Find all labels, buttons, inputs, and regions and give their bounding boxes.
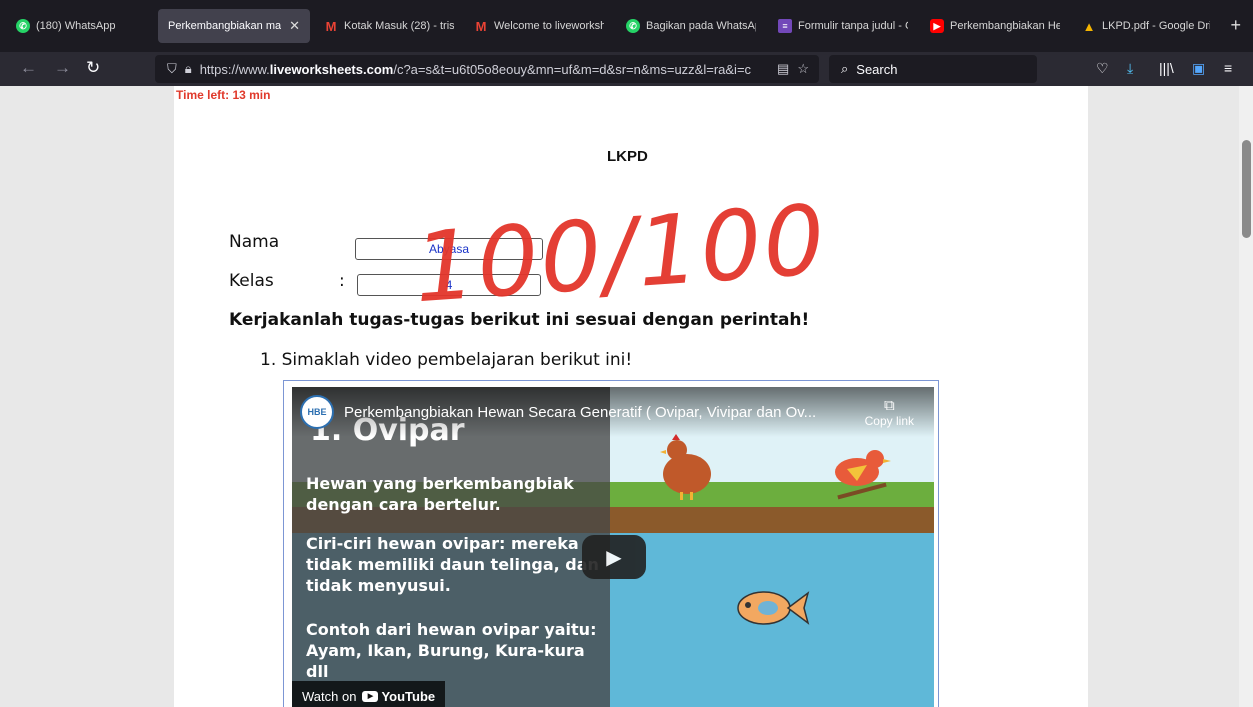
tab-whatsapp-share[interactable]: ✆ Bagikan pada WhatsAp bbox=[616, 9, 766, 43]
bookmark-star-icon[interactable]: ☆ bbox=[797, 61, 809, 77]
whatsapp-icon: ✆ bbox=[16, 19, 30, 33]
forms-icon: ≡ bbox=[778, 19, 792, 33]
close-tab-icon[interactable]: ✕ bbox=[289, 18, 300, 34]
drive-icon: ▲ bbox=[1082, 18, 1096, 34]
navigation-toolbar: ← → ↻ ⛉ 🔒︎ https://www.liveworksheets.co… bbox=[0, 52, 1253, 86]
pocket-icon[interactable]: ♡ bbox=[1096, 60, 1109, 77]
play-button[interactable]: ▶ bbox=[582, 535, 646, 579]
new-tab-button[interactable]: + bbox=[1230, 16, 1241, 34]
hen-illustration bbox=[660, 434, 711, 500]
download-icon[interactable]: ⤓ bbox=[1127, 60, 1133, 77]
time-left: Time left: 13 min bbox=[176, 88, 271, 102]
url-text[interactable]: https://www.liveworksheets.com/c?a=s&t=u… bbox=[200, 62, 769, 77]
tab-label: Kotak Masuk (28) - tris bbox=[344, 20, 454, 32]
tab-label: Bagikan pada WhatsAp bbox=[646, 20, 756, 32]
tab-gmail-welcome[interactable]: M Welcome to liveworksh bbox=[464, 9, 614, 43]
tab-label: Perkembangbiakan Hew bbox=[950, 20, 1060, 32]
library-icon[interactable]: |||\ bbox=[1159, 60, 1174, 76]
page-scrollbar[interactable] bbox=[1239, 86, 1253, 707]
fish-illustration bbox=[737, 591, 810, 625]
play-icon: ▶ bbox=[606, 546, 622, 569]
youtube-play-icon: ▶ bbox=[362, 690, 379, 702]
extension-icon[interactable]: ▣ bbox=[1192, 60, 1205, 77]
youtube-icon: ▶ bbox=[930, 19, 944, 33]
tab-label: Welcome to liveworksh bbox=[494, 20, 604, 32]
address-bar[interactable]: ⛉ 🔒︎ https://www.liveworksheets.com/c?a=… bbox=[155, 55, 819, 83]
class-colon: : bbox=[339, 271, 345, 291]
back-arrow-icon[interactable]: ← bbox=[20, 58, 37, 78]
tab-google-forms[interactable]: ≡ Formulir tanpa judul - G bbox=[768, 9, 918, 43]
forward-arrow-icon[interactable]: → bbox=[54, 58, 71, 78]
copy-link-button[interactable]: ⧉ Copy link bbox=[865, 397, 914, 428]
name-label: Nama bbox=[229, 232, 280, 252]
step-1-text: 1. Simaklah video pembelajaran berikut i… bbox=[260, 350, 633, 370]
search-input[interactable]: ⌕ Search bbox=[829, 55, 1037, 83]
gmail-icon: M bbox=[325, 18, 337, 34]
tab-gmail-inbox[interactable]: M Kotak Masuk (28) - tris bbox=[314, 9, 464, 43]
menu-icon[interactable]: ≡ bbox=[1224, 60, 1232, 76]
tab-whatsapp[interactable]: ✆ (180) WhatsApp bbox=[6, 9, 154, 43]
channel-avatar[interactable]: HBE bbox=[300, 395, 334, 429]
page-viewport: Time left: 13 min LKPD Nama Abyasa Kelas… bbox=[0, 86, 1253, 707]
youtube-video-player[interactable]: 1. Ovipar Hewan yang berkembangbiak deng… bbox=[292, 387, 934, 707]
copy-icon: ⧉ bbox=[883, 397, 895, 414]
url-prefix: https://www. bbox=[199, 61, 270, 77]
whatsapp-icon: ✆ bbox=[626, 19, 640, 33]
search-icon: ⌕ bbox=[841, 61, 849, 76]
video-text-3: Contoh dari hewan ovipar yaitu: Ayam, Ik… bbox=[306, 620, 597, 681]
tab-label: Perkembangbiakan mahl bbox=[168, 20, 282, 32]
tab-strip: ✆ (180) WhatsApp Perkembangbiakan mahl ✕… bbox=[0, 0, 1253, 52]
video-text-1: Hewan yang berkembangbiak dengan cara be… bbox=[306, 474, 574, 514]
video-title[interactable]: Perkembangbiakan Hewan Secara Generatif … bbox=[344, 404, 816, 421]
tab-youtube[interactable]: ▶ Perkembangbiakan Hew bbox=[920, 9, 1070, 43]
scrollbar-thumb[interactable] bbox=[1242, 140, 1251, 238]
tab-label: Formulir tanpa judul - G bbox=[798, 20, 908, 32]
video-embed-frame: 1. Ovipar Hewan yang berkembangbiak deng… bbox=[283, 380, 939, 707]
watch-on-label: Watch on bbox=[302, 688, 357, 704]
watch-on-youtube-button[interactable]: Watch on ▶ YouTube bbox=[292, 681, 446, 707]
youtube-logo: ▶ YouTube bbox=[362, 689, 435, 704]
tab-liveworksheets[interactable]: Perkembangbiakan mahl ✕ bbox=[158, 9, 310, 43]
video-title-bar: HBE Perkembangbiakan Hewan Secara Genera… bbox=[292, 387, 934, 437]
url-domain: liveworksheets.com bbox=[269, 61, 394, 77]
reader-view-icon[interactable]: ▤ bbox=[777, 61, 789, 77]
class-label: Kelas bbox=[229, 271, 274, 291]
worksheet-title: LKPD bbox=[607, 148, 648, 165]
worksheet-page: Time left: 13 min LKPD Nama Abyasa Kelas… bbox=[174, 86, 1088, 707]
lock-icon[interactable]: 🔒︎ bbox=[185, 61, 192, 77]
score-stamp: 100/100 bbox=[410, 183, 831, 325]
video-text-2: Ciri-ciri hewan ovipar: mereka tidak mem… bbox=[306, 534, 599, 595]
search-placeholder: Search bbox=[856, 61, 898, 77]
tab-google-drive[interactable]: ▲ LKPD.pdf - Google Driv bbox=[1072, 9, 1220, 43]
gmail-icon: M bbox=[475, 18, 487, 34]
tab-label: LKPD.pdf - Google Driv bbox=[1102, 20, 1210, 32]
youtube-wordmark: YouTube bbox=[381, 688, 436, 704]
bird-illustration bbox=[835, 450, 891, 500]
tab-label: (180) WhatsApp bbox=[36, 20, 116, 32]
copy-link-label: Copy link bbox=[864, 414, 914, 428]
shield-icon[interactable]: ⛉ bbox=[167, 61, 177, 77]
url-path: /c?a=s&t=u6t05o8eouy&mn=uf&m=d&sr=n&ms=u… bbox=[393, 61, 752, 77]
reload-icon[interactable]: ↻ bbox=[86, 58, 100, 78]
